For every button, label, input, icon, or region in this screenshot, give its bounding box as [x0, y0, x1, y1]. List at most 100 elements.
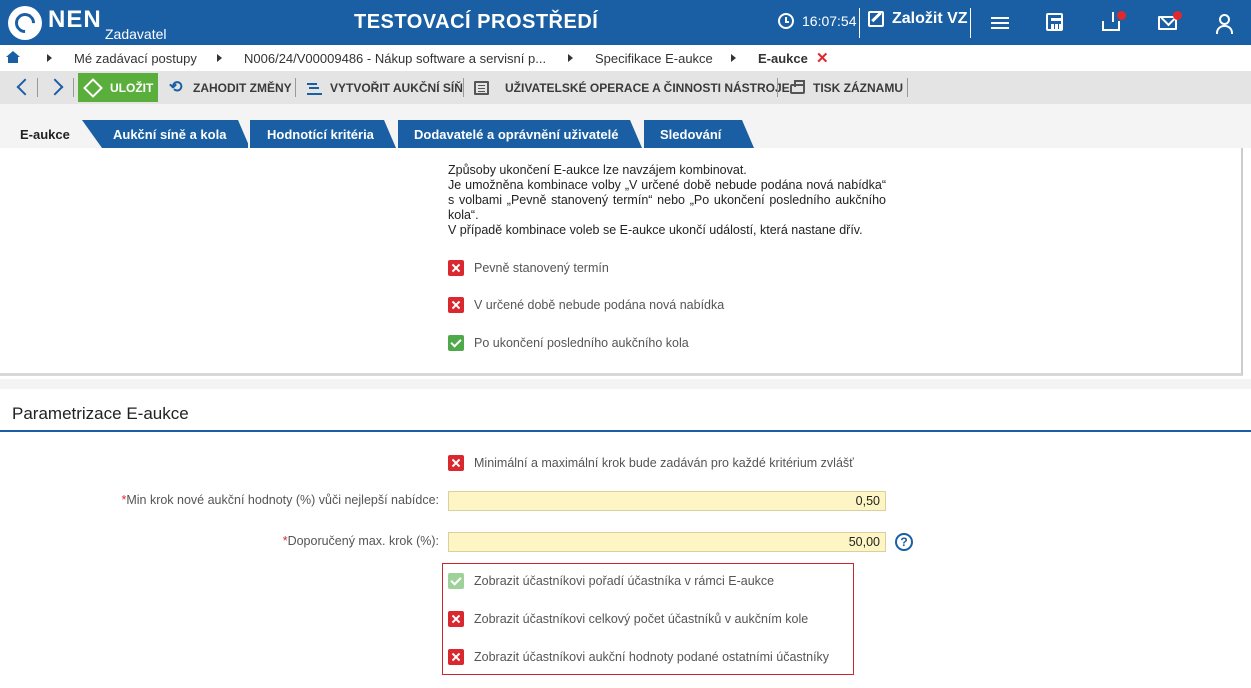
note-line: V případě kombinace voleb se E-aukce uko… [448, 223, 863, 237]
option-no-new-bid[interactable]: V určené době nebude podána nová nabídka [448, 296, 724, 314]
option-label: Zobrazit účastníkovi aukční hodnoty poda… [474, 650, 830, 664]
divider [463, 78, 464, 97]
checked-icon[interactable] [448, 573, 464, 589]
divider [907, 78, 908, 97]
tab-evaluation-criteria[interactable]: Hodnotící kritéria [248, 120, 396, 148]
option-fixed-term[interactable]: Pevně stanovený termín [448, 259, 609, 277]
divider [859, 8, 860, 38]
session-time: 16:07:54 [802, 13, 857, 29]
max-step-label: *Doporučený max. krok (%): [282, 534, 439, 548]
tab-label: E-aukce [20, 126, 70, 142]
operations-label: UŽIVATELSKÉ OPERACE A ČINNOSTI NÁSTROJE [505, 80, 790, 95]
tab-label: Aukční síně a kola [113, 126, 227, 142]
divider [295, 78, 296, 97]
unchecked-cross-icon[interactable] [448, 297, 464, 313]
breadcrumb-item[interactable]: Specifikace E-aukce [595, 51, 713, 66]
option-show-participant-count[interactable]: Zobrazit účastníkovi celkový počet účast… [448, 610, 808, 628]
section-title: Parametrizace E-aukce [12, 404, 189, 423]
nen-logo[interactable]: NEN [8, 6, 102, 40]
option-label: Zobrazit účastníkovi celkový počet účast… [474, 612, 809, 626]
breadcrumb: Mé zadávací postupy N006/24/V00009486 - … [0, 45, 1251, 71]
max-step-input[interactable]: 50,00 [448, 532, 886, 552]
ending-note: Způsoby ukončení E-aukce lze navzájem ko… [448, 163, 886, 238]
undo-icon [169, 77, 185, 97]
print-record-button[interactable]: TISK ZÁZNAMU [790, 71, 903, 104]
auction-ending-panel: Způsoby ukončení E-aukce lze navzájem ko… [0, 148, 1243, 376]
logo-subtitle: Zadavatel [105, 26, 167, 42]
mail-notification-dot [1173, 11, 1182, 20]
user-icon[interactable] [1215, 14, 1233, 34]
save-button[interactable]: ULOŽIT [78, 73, 158, 102]
create-hall-label: VYTVOŘIT AUKČNÍ SÍŇ [330, 80, 463, 95]
tab-label: Sledování [660, 126, 722, 142]
unchecked-cross-icon[interactable] [448, 611, 464, 627]
chevron-right-icon [731, 54, 736, 62]
checked-icon[interactable] [448, 335, 464, 351]
list-icon [474, 80, 489, 95]
discard-label: ZAHODIT ZMĚNY [193, 80, 292, 95]
inbox-icon[interactable] [1102, 12, 1120, 31]
option-label: Minimální a maximální krok bude zadáván … [474, 456, 854, 470]
chevron-right-icon [568, 54, 573, 62]
environment-title: TESTOVACÍ PROSTŘEDÍ [354, 11, 599, 33]
tab-strip: E-aukce Aukční síně a kola Hodnotící kri… [0, 104, 1251, 148]
chevron-right-icon [217, 54, 222, 62]
divider [73, 78, 74, 97]
min-step-label: *Min krok nové aukční hodnoty (%) vůči n… [121, 493, 439, 507]
forward-arrow-icon[interactable] [46, 78, 64, 96]
divider [777, 78, 778, 97]
create-auction-hall-button[interactable]: VYTVOŘIT AUKČNÍ SÍŇ [307, 71, 463, 104]
breadcrumb-current: E-aukce [758, 51, 808, 66]
unchecked-cross-icon[interactable] [448, 260, 464, 276]
logo-text: NEN [48, 6, 102, 33]
option-label: Zobrazit účastníkovi pořadí účastníka v … [474, 574, 775, 588]
print-label: TISK ZÁZNAMU [813, 80, 903, 95]
option-show-rank[interactable]: Zobrazit účastníkovi pořadí účastníka v … [448, 572, 774, 590]
note-line: Je umožněna kombinace volby „V určené do… [448, 178, 886, 222]
section-gap [0, 379, 1251, 389]
option-label: V určené době nebude podána nová nabídka [474, 298, 725, 312]
calculator-icon[interactable] [1046, 13, 1063, 31]
discard-changes-button[interactable]: ZAHODIT ZMĚNY [169, 71, 292, 104]
tab-monitoring[interactable]: Sledování [642, 120, 754, 148]
divider [37, 78, 38, 97]
tab-label: Dodavatelé a oprávnění uživatelé [414, 126, 619, 142]
logo-icon [8, 6, 42, 40]
option-label: Po ukončení posledního aukčního kola [474, 336, 689, 350]
breadcrumb-item[interactable]: Mé zadávací postupy [74, 51, 197, 66]
help-icon[interactable]: ? [895, 533, 913, 551]
edit-icon [868, 11, 884, 27]
unchecked-cross-icon[interactable] [448, 455, 464, 471]
clock-icon [778, 13, 794, 29]
note-line: Způsoby ukončení E-aukce lze navzájem ko… [448, 163, 747, 177]
network-icon [307, 81, 322, 95]
section-underline [0, 430, 1251, 432]
tab-label: Hodnotící kritéria [267, 126, 374, 142]
inbox-notification-dot [1117, 11, 1126, 20]
option-separate-step[interactable]: Minimální a maximální krok bude zadáván … [448, 454, 854, 472]
divider [970, 8, 971, 38]
create-vz-label: Založit VZ [892, 10, 968, 27]
unchecked-cross-icon[interactable] [448, 649, 464, 665]
menu-icon[interactable] [991, 14, 1011, 34]
breadcrumb-item[interactable]: N006/24/V00009486 - Nákup software a ser… [244, 51, 546, 66]
min-step-input[interactable]: 0,50 [448, 491, 886, 511]
top-bar: NEN Zadavatel TESTOVACÍ PROSTŘEDÍ 16:07:… [0, 0, 1251, 45]
close-icon[interactable]: ✕ [816, 49, 829, 67]
chevron-right-icon [47, 54, 52, 62]
option-show-other-bids[interactable]: Zobrazit účastníkovi aukční hodnoty poda… [448, 648, 829, 666]
session-clock: 16:07:54 [778, 13, 857, 29]
parametrization-panel: Parametrizace E-aukce Minimální a maximá… [0, 389, 1251, 688]
tab-suppliers-users[interactable]: Dodavatelé a oprávnění uživatelé [396, 120, 642, 148]
user-operations-button[interactable]: UŽIVATELSKÉ OPERACE A ČINNOSTI NÁSTROJE [474, 71, 790, 104]
home-icon[interactable] [6, 51, 20, 63]
save-label: ULOŽIT [110, 80, 154, 95]
save-icon [83, 77, 103, 98]
tab-auction-halls[interactable]: Aukční síně a kola [104, 120, 250, 148]
printer-icon [790, 79, 805, 94]
tab-e-aukce[interactable]: E-aukce [0, 120, 94, 148]
back-arrow-icon[interactable] [16, 78, 34, 96]
toolbar: ULOŽIT ZAHODIT ZMĚNY VYTVOŘIT AUKČNÍ SÍŇ… [0, 71, 1251, 104]
option-after-last-round[interactable]: Po ukončení posledního aukčního kola [448, 334, 689, 352]
create-vz-button[interactable]: Založit VZ [868, 10, 968, 28]
